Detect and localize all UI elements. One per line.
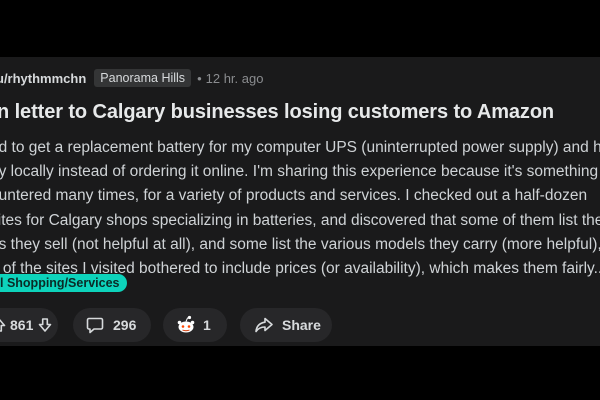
upvote-icon[interactable] xyxy=(0,317,6,333)
comment-count: 296 xyxy=(113,317,137,333)
meta-separator: • xyxy=(197,70,202,86)
post-timestamp: 12 hr. ago xyxy=(205,70,264,86)
award-count: 1 xyxy=(203,317,211,333)
share-label: Share xyxy=(282,317,321,333)
share-button[interactable]: Share xyxy=(240,308,332,342)
post-card[interactable]: u/rhythmmchn Panorama Hills • 12 hr. ago… xyxy=(0,57,600,346)
post-title[interactable]: en letter to Calgary businesses losing c… xyxy=(0,101,554,124)
body-line: ountered many times, for a variety of pr… xyxy=(0,187,588,205)
comments-button[interactable]: 296 xyxy=(73,308,151,342)
vote-control: 861 xyxy=(0,308,58,342)
author-link[interactable]: u/rhythmmchn xyxy=(0,71,86,86)
award-icon xyxy=(175,314,197,336)
screen: u/rhythmmchn Panorama Hills • 12 hr. ago… xyxy=(0,0,600,400)
vote-count: 861 xyxy=(10,317,34,333)
user-flair: Panorama Hills xyxy=(94,69,192,87)
body-line: ds they sell (not helpful at all), and s… xyxy=(0,235,600,253)
downvote-icon[interactable] xyxy=(37,317,53,333)
body-line: ed to get a replacement battery for my c… xyxy=(0,139,600,156)
body-line: uy locally instead of ordering it online… xyxy=(0,163,600,181)
comment-icon xyxy=(85,315,105,335)
post-flair-tag[interactable]: l Shopping/Services xyxy=(0,274,128,292)
action-bar: 861 296 1 Share xyxy=(0,308,600,344)
share-icon xyxy=(254,316,274,334)
post-body[interactable]: ed to get a replacement battery for my c… xyxy=(0,136,600,281)
award-button[interactable]: 1 xyxy=(163,308,227,342)
post-meta: u/rhythmmchn Panorama Hills • 12 hr. ago xyxy=(0,67,263,89)
body-line: sites for Calgary shops specializing in … xyxy=(0,211,600,229)
